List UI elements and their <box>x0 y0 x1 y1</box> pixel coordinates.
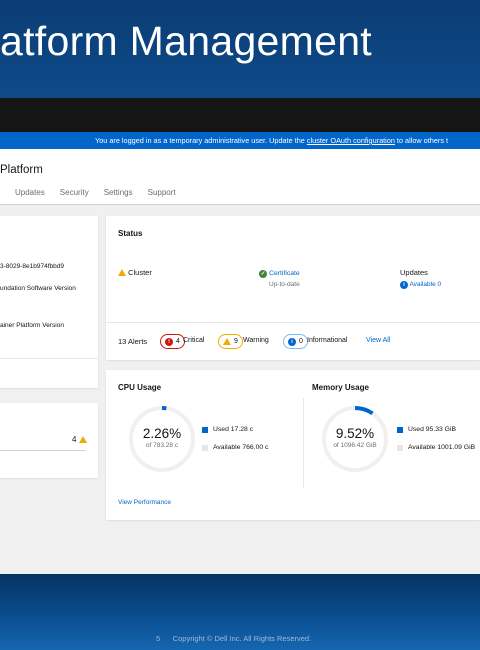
slide-copyright: Copyright © Dell Inc. All Rights Reserve… <box>172 634 312 643</box>
warning-icon <box>223 338 231 345</box>
info-icon: i <box>288 337 296 346</box>
check-circle-icon: ✓ <box>259 270 267 278</box>
memory-usage-title: Memory Usage <box>312 383 369 392</box>
cpu-percent: 2.26% <box>142 426 182 441</box>
cpu-legend-available: Available 766.00 c <box>202 444 268 451</box>
banner-text-before: You are logged in as a temporary adminis… <box>95 136 307 145</box>
banner-text-after: to allow others t <box>394 136 449 145</box>
critical-count: 4 <box>176 338 180 345</box>
memory-percent: 9.52% <box>335 426 375 441</box>
tab-updates[interactable]: Updates <box>15 188 45 197</box>
view-performance-link[interactable]: View Performance <box>118 499 171 506</box>
cpu-donut-chart[interactable]: 2.26% of 783.28 c <box>127 404 197 474</box>
temporary-admin-banner: You are logged in as a temporary adminis… <box>0 132 480 149</box>
slide-title: atform Management <box>0 18 372 64</box>
memory-available: Available 1001.09 GiB <box>408 444 476 451</box>
used-swatch <box>202 426 208 433</box>
cpu-legend-used: Used 17.28 c <box>202 426 253 433</box>
used-swatch <box>397 426 403 433</box>
memory-donut-center: 9.52% of 1096.42 GiB <box>320 404 390 474</box>
certificate-label: Certificate <box>269 270 300 277</box>
info-icon: i <box>400 281 408 289</box>
tab-bar: Updates Security Settings Support <box>15 188 191 197</box>
informational-label: Informational <box>307 337 348 344</box>
inventory-warning-count[interactable]: 4 <box>72 435 87 444</box>
cpu-donut-center: 2.26% of 783.28 c <box>127 404 197 474</box>
warning-count: 9 <box>234 338 238 345</box>
view-all-alerts-link[interactable]: View All <box>366 337 390 344</box>
cluster-label: Cluster <box>128 268 152 277</box>
status-title: Status <box>118 229 143 238</box>
info-count: 0 <box>299 338 303 345</box>
updates-label: Updates <box>400 268 428 277</box>
critical-label: Critical <box>183 337 205 344</box>
warning-icon <box>118 269 126 276</box>
status-divider <box>106 322 480 323</box>
details-card: 3-8029-8e1b974fbbd9 undation Software Ve… <box>0 216 98 388</box>
certificate-status[interactable]: ✓ Certificate <box>259 268 300 278</box>
alerts-count: 13 Alerts <box>118 337 148 346</box>
cpu-available: Available 766.00 c <box>213 444 269 451</box>
warning-icon <box>78 436 87 443</box>
updates-available: Available 0 <box>409 281 442 288</box>
cluster-status[interactable]: Cluster <box>118 268 152 277</box>
page-header: Platform Updates Security Settings Suppo… <box>0 149 480 205</box>
certificate-substatus: Up-to-date <box>269 281 300 288</box>
tab-settings[interactable]: Settings <box>104 188 133 197</box>
critical-icon: ! <box>165 337 173 346</box>
memory-legend-used: Used 95.33 GiB <box>397 426 456 433</box>
slide-page-number: 5 <box>156 634 161 643</box>
warning-label: Warning <box>243 337 269 344</box>
tab-support[interactable]: Support <box>148 188 176 197</box>
slide-footer-text: 5 Copyright © Dell Inc. All Rights Reser… <box>156 634 311 643</box>
memory-legend-available: Available 1001.09 GiB <box>397 444 475 451</box>
slide-title-band: atform Management <box>0 0 480 98</box>
cluster-id: 3-8029-8e1b974fbbd9 <box>0 263 64 270</box>
foundation-software-version-label: undation Software Version <box>0 285 76 292</box>
memory-donut-chart[interactable]: 9.52% of 1096.42 GiB <box>320 404 390 474</box>
details-divider <box>0 358 98 359</box>
available-swatch <box>202 444 208 451</box>
inventory-divider <box>0 450 86 451</box>
critical-alerts-filter[interactable]: ! 4 <box>160 334 185 349</box>
cluster-oauth-link[interactable]: cluster OAuth configuration <box>307 136 395 145</box>
utilization-divider <box>303 398 304 488</box>
tab-security[interactable]: Security <box>60 188 89 197</box>
memory-used: Used 95.33 GiB <box>408 426 456 433</box>
info-alerts-filter[interactable]: i 0 <box>283 334 308 349</box>
warning-alerts-filter[interactable]: 9 <box>218 334 243 349</box>
console-masthead <box>0 98 480 132</box>
available-swatch <box>397 444 403 451</box>
page-title: Platform <box>0 164 43 176</box>
container-platform-version-label: ainer Platform Version <box>0 322 64 329</box>
cpu-used: Used 17.28 c <box>213 426 254 433</box>
cpu-total: of 783.28 c <box>145 442 179 449</box>
cpu-usage-title: CPU Usage <box>118 383 162 392</box>
memory-total: of 1096.42 GiB <box>333 442 377 449</box>
updates-status[interactable]: i Available 0 <box>400 281 441 289</box>
inventory-warning-number: 4 <box>72 435 77 444</box>
